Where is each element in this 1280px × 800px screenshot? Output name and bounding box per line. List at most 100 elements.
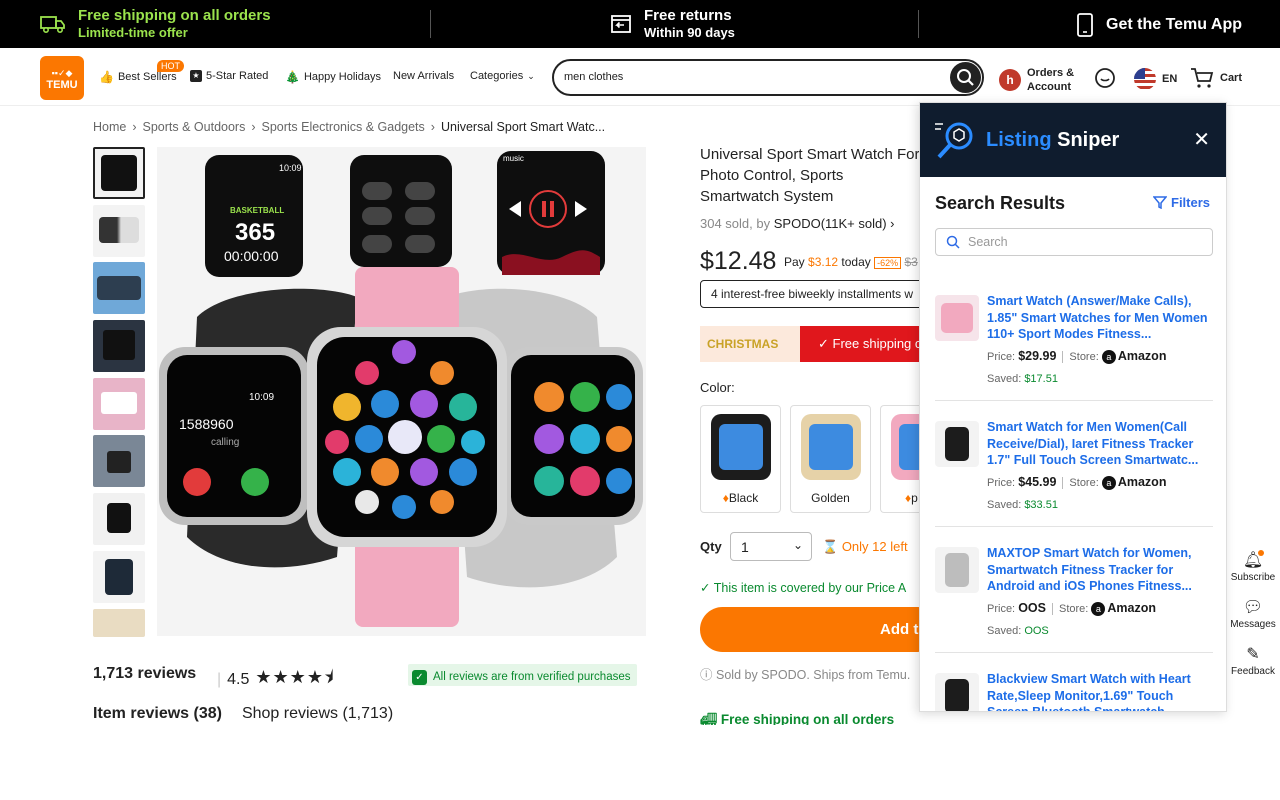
stock-warning: ⌛ Only 12 left (822, 539, 908, 555)
language-selector[interactable]: EN (1134, 68, 1177, 90)
discount-badge: -62% (874, 257, 902, 269)
tab-item-reviews[interactable]: Item reviews (38) (93, 705, 222, 723)
thumbnail[interactable] (93, 493, 145, 545)
floating-toolbar: 🔔︎ Subscribe 💬︎ Messages ✎ Feedback (1226, 550, 1280, 691)
breadcrumb-sports-electronics[interactable]: Sports Electronics & Gadgets (262, 120, 425, 134)
filter-icon (1153, 196, 1167, 209)
covered-text: This item is covered by our Price A (713, 581, 907, 595)
add-to-cart-button[interactable]: Add to (700, 607, 940, 652)
messages-button[interactable]: 💬︎ Messages (1226, 597, 1280, 630)
tree-icon: 🎄 (285, 70, 300, 84)
sniper-search-input[interactable]: Search (935, 228, 1213, 256)
result-price: OOS (1018, 601, 1046, 615)
result-thumbnail (935, 295, 979, 341)
phone-icon (1077, 13, 1093, 37)
language-label: EN (1162, 73, 1178, 85)
rating-value: 4.5 (227, 671, 250, 688)
subscribe-button[interactable]: 🔔︎ Subscribe (1226, 550, 1280, 583)
nav-label: New Arrivals (393, 70, 455, 82)
promo-bar: Free shipping on all orders Limited-time … (0, 0, 1280, 48)
nav-new-arrivals[interactable]: New Arrivals (393, 70, 454, 82)
close-icon[interactable]: ✕ (1193, 127, 1210, 152)
nav-best-sellers[interactable]: 👍 Best Sellers (99, 70, 177, 84)
search-results-heading: Search Results (935, 193, 1066, 213)
promo-get-app[interactable]: Get the Temu App (1076, 13, 1242, 37)
result-title[interactable]: Blackview Smart Watch with Heart Rate,Sl… (987, 671, 1212, 711)
filters-button[interactable]: Filters (1153, 195, 1210, 210)
qty-select[interactable]: 1 ⌄ (730, 532, 812, 561)
promo-app-text: Get the Temu App (1106, 16, 1242, 33)
promo-free-returns[interactable]: Free returns Within 90 days (610, 7, 735, 41)
cart-button[interactable]: Cart (1190, 67, 1242, 89)
tab-shop-reviews[interactable]: Shop reviews (1,713) (242, 705, 393, 723)
saved-label: Saved: (987, 625, 1022, 637)
result-title[interactable]: Smart Watch for Men Women(Call Receive/D… (987, 419, 1212, 469)
result-saved: Saved: OOS (987, 625, 1049, 637)
info-icon: ⓘ (700, 668, 713, 682)
chevron-down-icon: ⌄ (792, 538, 803, 552)
search-input[interactable]: men clothes (564, 71, 623, 83)
color-option-golden[interactable]: Golden (790, 405, 871, 513)
thumbnail[interactable] (93, 320, 145, 372)
thumbnail[interactable] (93, 378, 145, 430)
thumbnail[interactable] (93, 609, 145, 637)
sold-by-note: ⓘ Sold by SPODO. Ships from Temu. (700, 664, 910, 683)
promo-free-shipping[interactable]: Free shipping on all orders Limited-time … (40, 7, 271, 41)
installments-box[interactable]: 4 interest-free biweekly installments w (700, 280, 930, 308)
color-option-black[interactable]: ♦Black (700, 405, 781, 513)
result-price-store: Price: $29.99 Store: a Amazon (987, 349, 1166, 365)
promo-divider (430, 10, 431, 38)
nav-categories[interactable]: Categories ⌄ (470, 70, 535, 82)
price-label: Price: (987, 477, 1016, 489)
orders-account[interactable]: h Orders & Account (999, 66, 1074, 94)
result-item[interactable]: Smart Watch for Men Women(Call Receive/D… (935, 401, 1213, 527)
nav-label: Best Sellers (117, 71, 177, 83)
timer-text: 00:00:00 (224, 248, 279, 264)
pay-amount: $3.12 (808, 255, 839, 269)
breadcrumb-home[interactable]: Home (93, 120, 126, 134)
pay-today: Pay $3.12 today -62% $3 (784, 255, 918, 269)
promo-divider (918, 10, 919, 38)
promo-returns-title: Free returns (644, 7, 732, 24)
feedback-button[interactable]: ✎ Feedback (1226, 644, 1280, 677)
verified-text: All reviews are from verified purchases (433, 671, 631, 683)
product-main-image[interactable]: 10:09 BASKETBALL 365 00:00:00 music 10:0… (157, 147, 646, 636)
result-price-store: Price: OOS Store: a Amazon (987, 601, 1156, 617)
result-saved: Saved: $17.51 (987, 373, 1058, 385)
result-title[interactable]: Smart Watch (Answer/Make Calls), 1.85" S… (987, 293, 1212, 343)
search-bar[interactable]: men clothes (552, 59, 984, 96)
store-label: Store: (1069, 477, 1099, 489)
result-item[interactable]: Blackview Smart Watch with Heart Rate,Sl… (935, 653, 1213, 711)
phone-number-text: 1588960 (179, 416, 234, 432)
breadcrumb-sports-outdoors[interactable]: Sports & Outdoors (143, 120, 246, 134)
review-count: 1,713 reviews (93, 665, 197, 682)
result-item[interactable]: Smart Watch (Answer/Make Calls), 1.85" S… (935, 275, 1213, 401)
return-box-icon (611, 15, 631, 33)
temu-logo[interactable]: ▪▪✓◆ TEMU (40, 56, 84, 100)
hourglass-icon: ⌛ (822, 539, 839, 554)
sniper-header: Listing Sniper ✕ (920, 103, 1226, 177)
sniper-title: Listing Sniper (986, 129, 1119, 152)
thumbnail[interactable] (93, 262, 145, 314)
christmas-label: CHRISTMAS (707, 337, 779, 351)
breadcrumb-separator: › (132, 120, 137, 134)
thumbnail[interactable] (93, 205, 145, 257)
nav-happy-holidays[interactable]: 🎄 Happy Holidays (285, 70, 381, 84)
support-button[interactable] (1094, 67, 1116, 89)
result-item[interactable]: MAXTOP Smart Watch for Women, Smartwatch… (935, 527, 1213, 653)
seller-link[interactable]: SPODO(11K+ sold) › (774, 216, 895, 231)
thumbnail[interactable] (93, 435, 145, 487)
sport-text: BASKETBALL (230, 206, 284, 215)
result-thumbnail (935, 673, 979, 711)
search-button[interactable] (950, 62, 981, 93)
listing-sniper-panel: Listing Sniper ✕ Search Results Filters … (919, 102, 1227, 712)
color-label: Color: (700, 380, 735, 395)
search-icon (957, 69, 974, 86)
result-title[interactable]: MAXTOP Smart Watch for Women, Smartwatch… (987, 545, 1212, 595)
thumbnail[interactable] (93, 551, 145, 603)
nav-5-star-rated[interactable]: ★ 5-Star Rated (190, 70, 268, 82)
truck-icon: 🚚︎ (700, 712, 718, 725)
thumbnail[interactable] (93, 147, 145, 199)
filters-label: Filters (1171, 195, 1211, 210)
messages-label: Messages (1230, 619, 1276, 630)
